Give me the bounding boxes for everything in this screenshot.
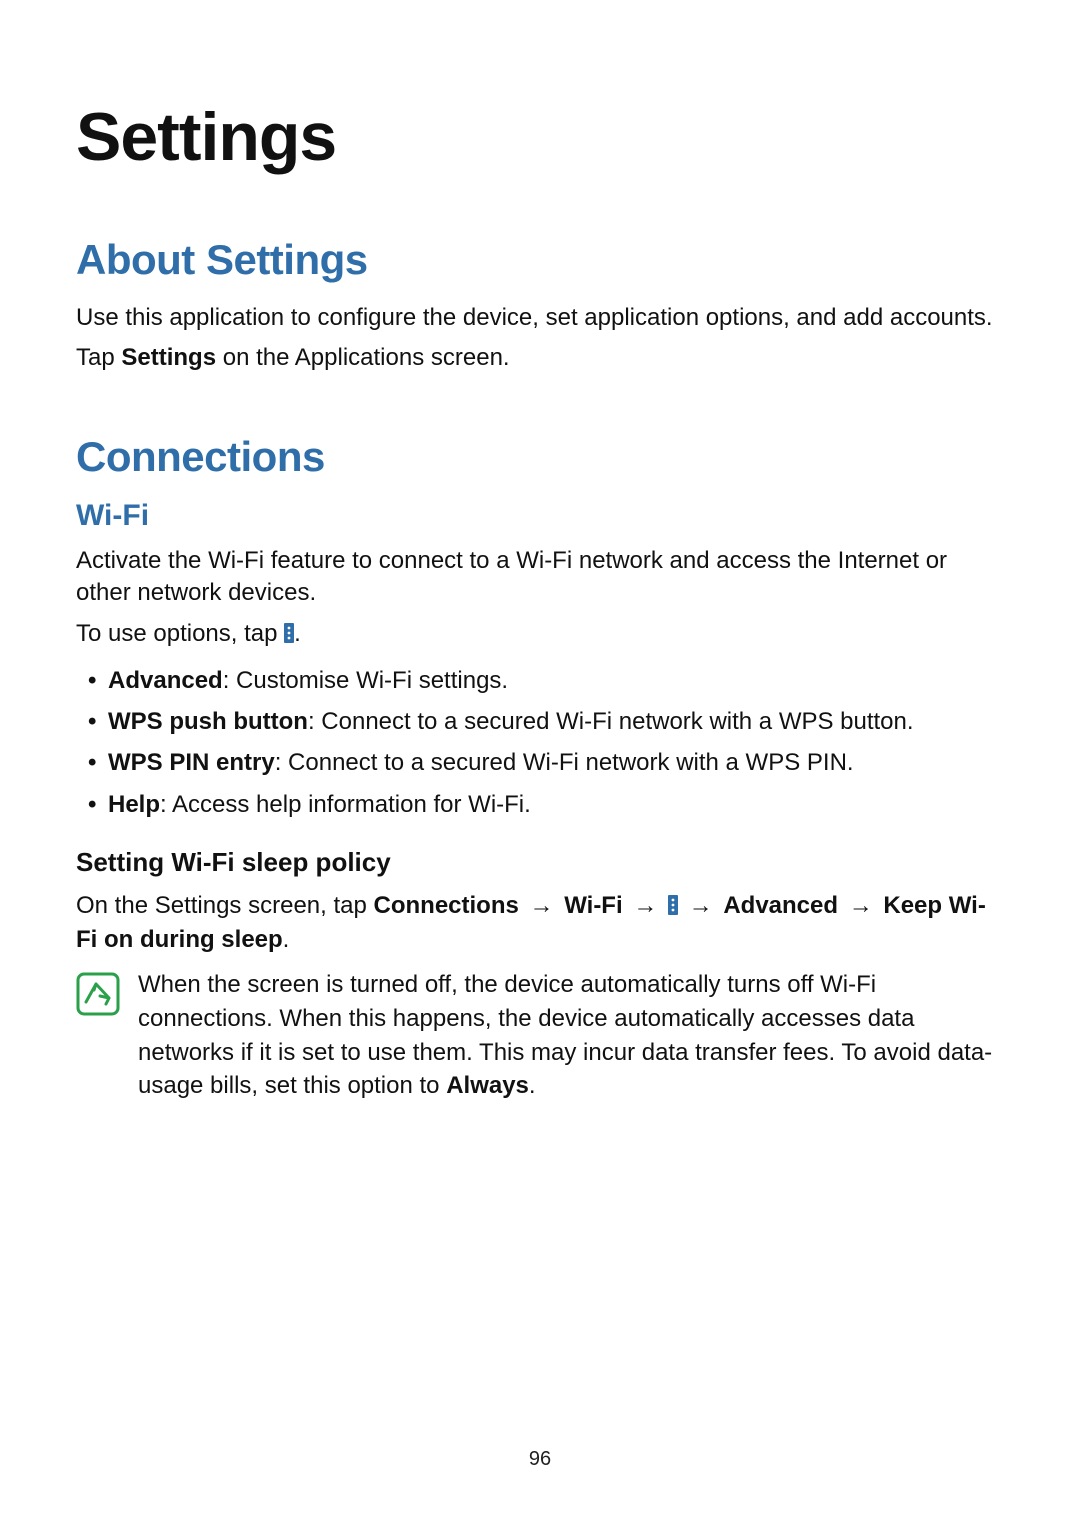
wifi-sleep-policy-heading: Setting Wi-Fi sleep policy	[76, 847, 1004, 878]
about-settings-body-2: Tap Settings on the Applications screen.	[76, 342, 1004, 374]
option-desc: : Access help information for Wi-Fi.	[160, 791, 531, 818]
option-name: Help	[108, 791, 160, 818]
text-fragment: .	[283, 926, 290, 953]
text-fragment: .	[294, 620, 301, 647]
settings-app-name: Settings	[121, 344, 216, 371]
about-settings-heading: About Settings	[76, 236, 1004, 284]
connections-section: Connections Wi-Fi Activate the Wi-Fi fea…	[76, 433, 1004, 1103]
note-block: When the screen is turned off, the devic…	[76, 968, 1004, 1102]
option-desc: : Customise Wi-Fi settings.	[223, 667, 508, 694]
wifi-heading: Wi-Fi	[76, 499, 1004, 533]
wifi-subsection: Wi-Fi Activate the Wi-Fi feature to conn…	[76, 499, 1004, 1103]
list-item: WPS push button: Connect to a secured Wi…	[108, 703, 1004, 740]
option-desc: : Connect to a secured Wi-Fi network wit…	[308, 708, 914, 735]
note-text: When the screen is turned off, the devic…	[138, 968, 1004, 1102]
text-fragment: .	[529, 1072, 536, 1099]
wifi-options-list: Advanced: Customise Wi-Fi settings. WPS …	[76, 662, 1004, 823]
path-step-connections: Connections	[374, 892, 519, 919]
about-settings-body-1: Use this application to configure the de…	[76, 302, 1004, 334]
list-item: Advanced: Customise Wi-Fi settings.	[108, 662, 1004, 699]
path-step-wifi: Wi-Fi	[564, 892, 622, 919]
manual-page: Settings About Settings Use this applica…	[0, 0, 1080, 1527]
arrow-icon: →	[845, 890, 877, 922]
wifi-sleep-policy-path: On the Settings screen, tap Connections …	[76, 890, 1004, 957]
more-options-icon	[668, 892, 678, 924]
text-fragment: Tap	[76, 344, 121, 371]
note-icon	[76, 972, 120, 1021]
connections-heading: Connections	[76, 433, 1004, 481]
arrow-icon: →	[629, 890, 661, 922]
arrow-icon: →	[685, 890, 717, 922]
option-name: WPS push button	[108, 708, 308, 735]
list-item: Help: Access help information for Wi-Fi.	[108, 786, 1004, 823]
note-always: Always	[446, 1072, 529, 1099]
option-desc: : Connect to a secured Wi-Fi network wit…	[275, 749, 854, 776]
list-item: WPS PIN entry: Connect to a secured Wi-F…	[108, 744, 1004, 781]
wifi-options-line: To use options, tap .	[76, 618, 1004, 652]
option-name: Advanced	[108, 667, 223, 694]
page-title: Settings	[76, 98, 1004, 176]
text-fragment: on the Applications screen.	[216, 344, 510, 371]
option-name: WPS PIN entry	[108, 749, 275, 776]
about-settings-section: About Settings Use this application to c…	[76, 236, 1004, 375]
more-options-icon	[284, 620, 294, 652]
page-number: 96	[0, 1448, 1080, 1471]
wifi-intro: Activate the Wi-Fi feature to connect to…	[76, 545, 1004, 610]
path-step-advanced: Advanced	[723, 892, 838, 919]
text-fragment: On the Settings screen, tap	[76, 892, 374, 919]
arrow-icon: →	[526, 890, 558, 922]
text-fragment: When the screen is turned off, the devic…	[138, 971, 992, 1099]
text-fragment: To use options, tap	[76, 620, 284, 647]
